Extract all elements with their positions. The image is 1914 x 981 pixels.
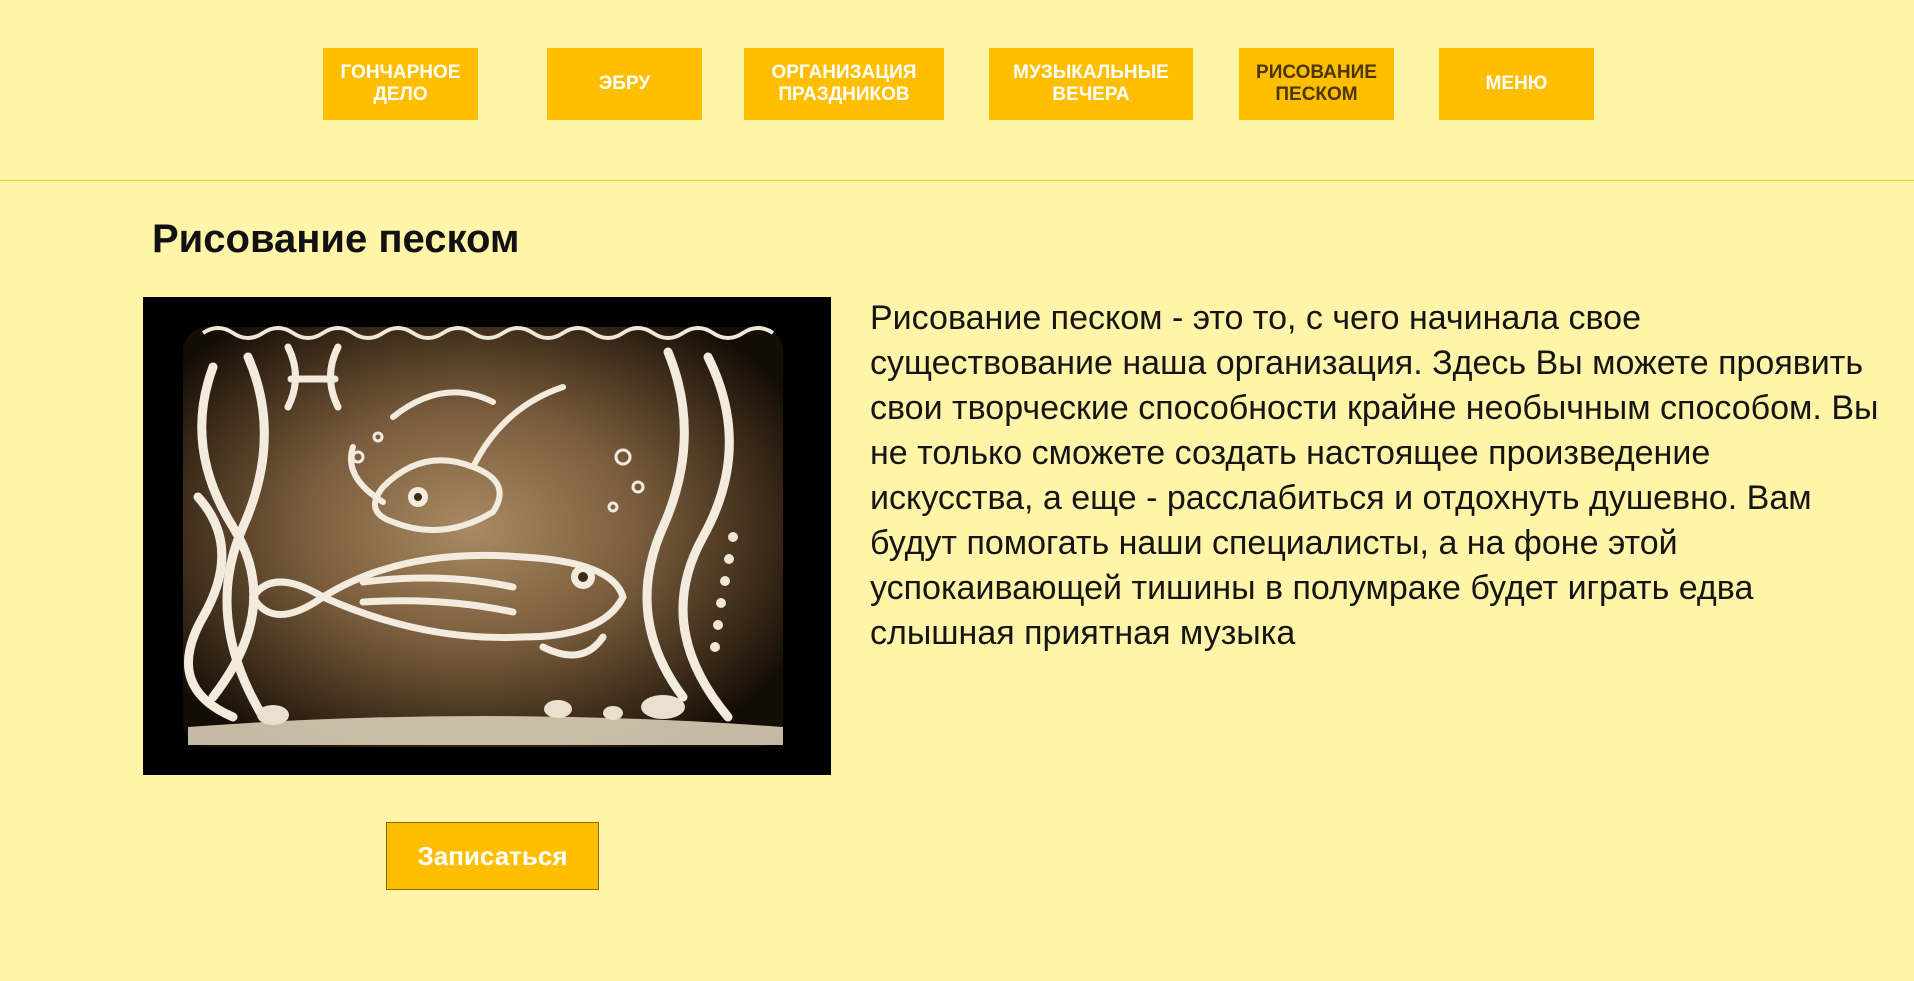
nav-item-sand-drawing[interactable]: РИСОВАНИЕ ПЕСКОМ: [1239, 48, 1394, 120]
nav-item-ebru[interactable]: ЭБРУ: [547, 48, 702, 120]
nav-item-label: ГОНЧАРНОЕ ДЕЛО: [340, 62, 461, 105]
nav-item-label: ЭБРУ: [598, 73, 651, 94]
nav-item-menu[interactable]: МЕНЮ: [1439, 48, 1594, 120]
nav-item-music-evenings[interactable]: МУЗЫКАЛЬНЫЕ ВЕЧЕРА: [989, 48, 1193, 120]
nav-item-label: МЕНЮ: [1485, 73, 1548, 94]
nav-item-pottery[interactable]: ГОНЧАРНОЕ ДЕЛО: [323, 48, 478, 120]
page-title: Рисование песком: [152, 217, 520, 261]
signup-button[interactable]: Записаться: [386, 822, 599, 890]
sand-drawing-image: [143, 297, 831, 775]
top-navigation: ГОНЧАРНОЕ ДЕЛО ЭБРУ ОРГАНИЗАЦИЯ ПРАЗДНИКОВ…: [0, 0, 1914, 181]
nav-item-label: РИСОВАНИЕ ПЕСКОМ: [1256, 62, 1377, 105]
description-text: Рисование песком - это то, с чего начина…: [870, 299, 1879, 652]
nav-item-label: МУЗЫКАЛЬНЫЕ ВЕЧЕРА: [1013, 62, 1169, 105]
nav-item-label: ОРГАНИЗАЦИЯ ПРАЗДНИКОВ: [771, 62, 917, 105]
sand-art-illustration: [143, 297, 831, 775]
nav-item-event-organization[interactable]: ОРГАНИЗАЦИЯ ПРАЗДНИКОВ: [744, 48, 944, 120]
